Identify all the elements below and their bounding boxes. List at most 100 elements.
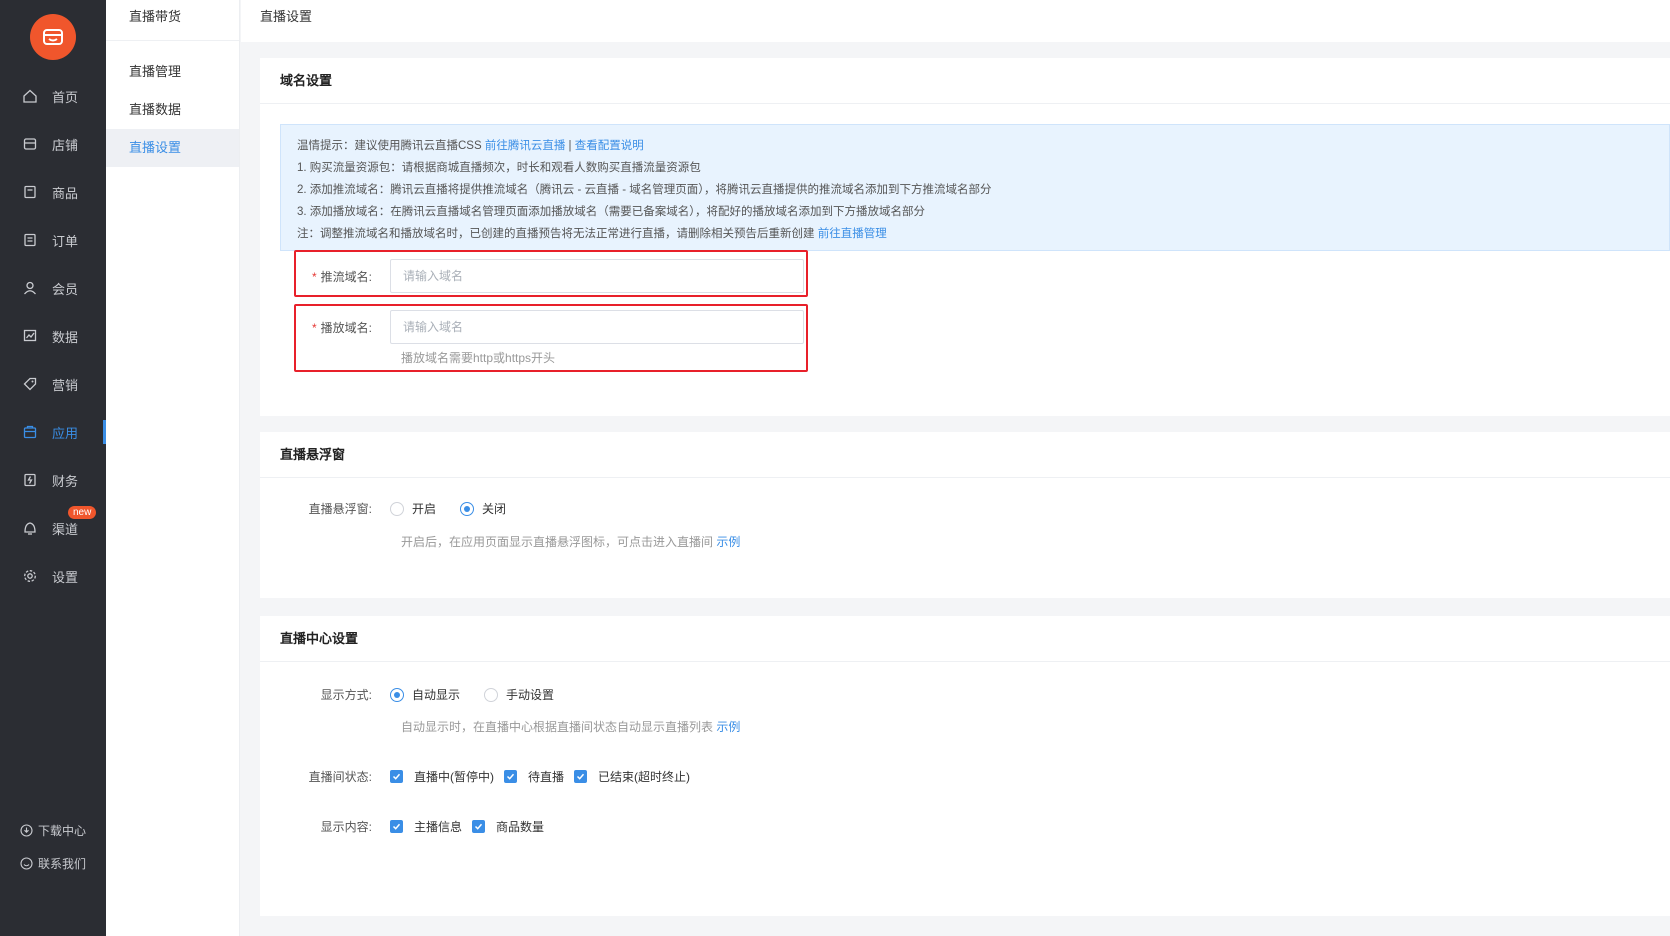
status-pending-checkbox[interactable]: 待直播 (504, 768, 564, 785)
goto-tencent-live-link[interactable]: 前往腾讯云直播 (485, 140, 566, 152)
play-domain-row: * 播放域名: (280, 310, 804, 344)
play-domain-input[interactable] (390, 310, 804, 344)
contact-icon (20, 856, 34, 871)
nav-item-label: 会员 (52, 281, 79, 297)
nav-item-label: 首页 (52, 89, 79, 105)
tips-box: 温情提示：建议使用腾讯云直播CSS 前往腾讯云直播 | 查看配置说明 1. 购买… (280, 124, 1670, 251)
status-live-checkbox[interactable]: 直播中(暂停中) (390, 768, 494, 785)
nav-item-home[interactable]: 首页 (0, 76, 106, 116)
tips-line-5-text: 注：调整推流域名和播放域名时，已创建的直播预告将无法正常进行直播，请删除相关预告… (297, 228, 818, 240)
shop-logo-icon[interactable] (30, 14, 76, 60)
status-ended-label: 已结束(超时终止) (598, 770, 691, 784)
new-badge: new (68, 506, 97, 519)
nav-item-data[interactable]: 数据 (0, 316, 106, 356)
push-domain-row: * 推流域名: (280, 259, 804, 293)
status-ended-checkbox[interactable]: 已结束(超时终止) (574, 768, 690, 785)
display-mode-label: 显示方式: (320, 688, 372, 702)
radio-dot (460, 501, 475, 516)
page-title: 直播设置 (241, 0, 1670, 42)
nav-item-finance[interactable]: 财务 (0, 460, 106, 500)
nav-item-store[interactable]: 店铺 (0, 124, 106, 164)
contact-us-link[interactable]: 联系我们 (20, 855, 86, 872)
nav-item-label: 店铺 (52, 137, 79, 153)
push-domain-input[interactable] (390, 259, 804, 293)
view-config-doc-link[interactable]: 查看配置说明 (575, 140, 644, 152)
nav-item-label: 营销 (52, 377, 79, 393)
display-content-row: 显示内容: 主播信息 商品数量 (280, 818, 554, 835)
goto-live-manage-link[interactable]: 前往直播管理 (818, 228, 887, 240)
radio-dot (484, 687, 499, 702)
display-example-link[interactable]: 示例 (716, 720, 740, 734)
anchor-info-checkbox[interactable]: 主播信息 (390, 818, 462, 835)
nav-item-label: 数据 (52, 329, 79, 345)
display-help-text: 自动显示时，在直播中心根据直播间状态自动显示直播列表 (401, 720, 717, 734)
tips-line-5: 注：调整推流域名和播放域名时，已创建的直播预告将无法正常进行直播，请删除相关预告… (297, 223, 1653, 245)
nav-item-label: 设置 (52, 569, 79, 585)
nav-item-member[interactable]: 会员 (0, 268, 106, 308)
download-icon (20, 823, 34, 838)
push-domain-label: * 推流域名: (280, 268, 390, 285)
app-root: 首页 店铺 商品 订单 会员 数据 营销 应用 财务 渠道 new 设置 下载中… (0, 0, 1670, 936)
manual-setting-label: 手动设置 (506, 688, 555, 702)
nav-item-apps[interactable]: 应用 (0, 412, 106, 452)
float-on-label: 开启 (412, 502, 437, 516)
check-icon (390, 770, 403, 783)
main-sidebar: 首页 店铺 商品 订单 会员 数据 营销 应用 财务 渠道 new 设置 下载中… (0, 0, 106, 936)
status-live-label: 直播中(暂停中) (414, 770, 494, 784)
channel-icon (22, 520, 38, 536)
order-icon (22, 232, 38, 248)
finance-icon (22, 472, 38, 488)
app-bag-icon (22, 424, 38, 440)
display-mode-help: 自动显示时，在直播中心根据直播间状态自动显示直播列表 示例 (401, 718, 740, 735)
download-center-label: 下载中心 (38, 824, 87, 838)
float-off-radio[interactable]: 关闭 (460, 500, 506, 517)
data-chart-icon (22, 328, 38, 344)
tips-line-4: 3. 添加播放域名：在腾讯云直播域名管理页面添加播放域名（需要已备案域名），将配… (297, 206, 926, 218)
nav-item-label: 订单 (52, 233, 79, 249)
live-status-label: 直播间状态: (308, 770, 372, 784)
live-center-title: 直播中心设置 (260, 616, 1670, 662)
check-icon (390, 820, 403, 833)
nav-item-settings[interactable]: 设置 (0, 556, 106, 596)
play-domain-label-text: 播放域名: (320, 320, 372, 335)
nav-item-label: 应用 (52, 425, 79, 441)
float-off-label: 关闭 (482, 502, 507, 516)
display-content-label: 显示内容: (320, 820, 372, 834)
required-mark: * (311, 269, 317, 284)
tag-icon (22, 376, 38, 392)
tips-line-1: 温情提示：建议使用腾讯云直播CSS 前往腾讯云直播 | 查看配置说明 (297, 135, 1653, 157)
nav-item-channel[interactable]: 渠道 new (0, 506, 106, 548)
check-icon (574, 770, 588, 783)
auto-display-radio[interactable]: 自动显示 (390, 686, 460, 703)
submenu-item-live-settings[interactable]: 直播设置 (106, 129, 239, 167)
tips-line-1-text: 温情提示：建议使用腾讯云直播CSS (297, 140, 485, 152)
gear-icon (22, 568, 38, 584)
tips-separator: | (565, 140, 575, 152)
goods-count-checkbox[interactable]: 商品数量 (472, 818, 544, 835)
domain-settings-title: 域名设置 (260, 58, 1670, 104)
submenu-item-live-data[interactable]: 直播数据 (106, 91, 239, 129)
download-center-link[interactable]: 下载中心 (20, 822, 86, 839)
float-example-link[interactable]: 示例 (716, 535, 740, 549)
nav-item-label: 渠道 (52, 521, 79, 537)
auto-display-label: 自动显示 (412, 688, 461, 702)
float-window-help: 开启后，在应用页面显示直播悬浮图标，可点击进入直播间 示例 (401, 533, 740, 550)
anchor-info-label: 主播信息 (414, 820, 463, 834)
float-window-title: 直播悬浮窗 (260, 432, 1670, 478)
play-domain-help: 播放域名需要http或https开头 (401, 351, 556, 365)
radio-dot (390, 501, 404, 516)
contact-us-label: 联系我们 (38, 857, 87, 871)
member-icon (22, 280, 38, 296)
float-on-radio[interactable]: 开启 (390, 500, 436, 517)
check-icon (504, 770, 517, 783)
nav-item-goods[interactable]: 商品 (0, 172, 106, 212)
submenu-item-live-manage[interactable]: 直播管理 (106, 53, 239, 91)
home-icon (22, 88, 38, 104)
nav-item-order[interactable]: 订单 (0, 220, 106, 260)
secondary-menu: 直播带货 直播管理 直播数据 直播设置 (106, 0, 240, 936)
goods-count-label: 商品数量 (496, 820, 545, 834)
manual-setting-radio[interactable]: 手动设置 (484, 686, 554, 703)
nav-item-marketing[interactable]: 营销 (0, 364, 106, 404)
float-window-row: 直播悬浮窗: 开启 关闭 (280, 500, 530, 517)
float-window-label: 直播悬浮窗: (308, 502, 372, 516)
